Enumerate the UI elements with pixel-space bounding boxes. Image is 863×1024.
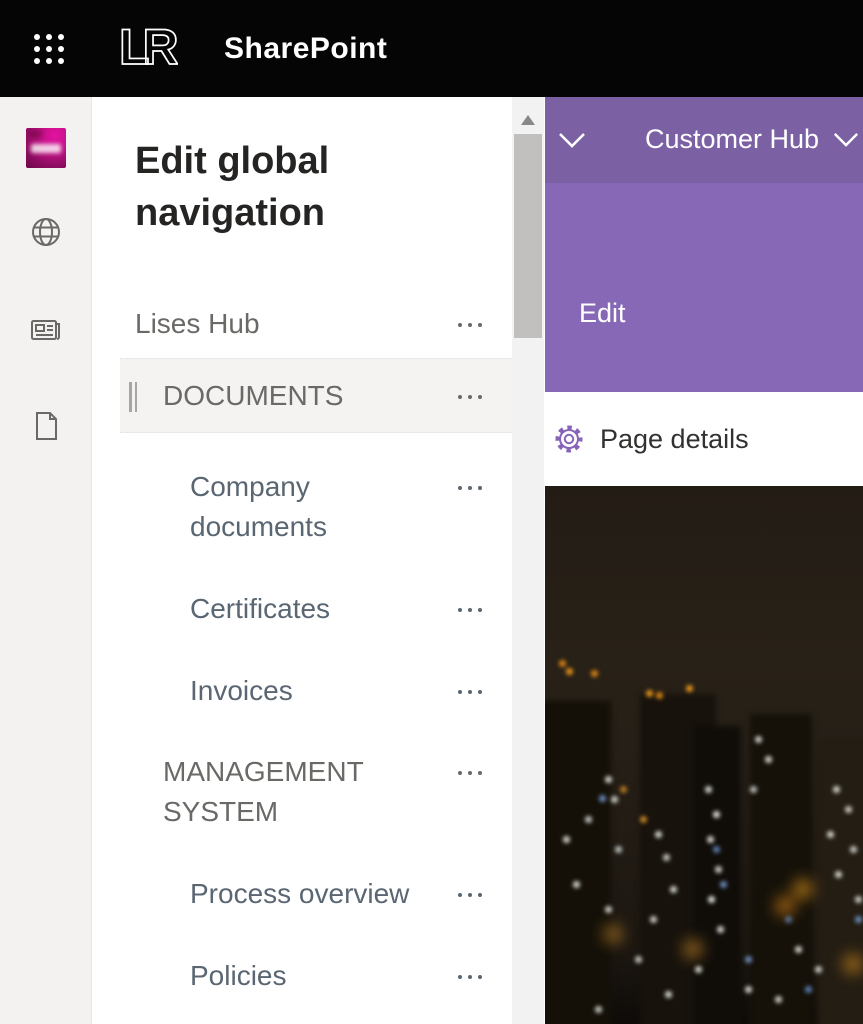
photo-building <box>545 701 611 1024</box>
photo-building <box>693 726 741 1024</box>
more-button[interactable] <box>450 888 490 902</box>
nav-item-invoices[interactable]: Invoices <box>120 667 512 711</box>
product-name: SharePoint <box>224 32 387 66</box>
nav-item-label: Company documents <box>190 467 360 547</box>
more-button[interactable] <box>450 481 490 495</box>
chevron-down-icon[interactable] <box>557 131 587 149</box>
site-header-purple: Edit <box>545 183 863 392</box>
nav-item-process-overview[interactable]: Process overview <box>120 870 512 914</box>
nav-item-label: Lises Hub <box>135 304 260 344</box>
chevron-down-icon[interactable] <box>832 131 860 148</box>
more-button[interactable] <box>450 390 490 404</box>
nav-item-label: Invoices <box>190 671 293 711</box>
nav-item-company-documents[interactable]: Company documents <box>120 463 512 507</box>
edit-global-navigation-panel: Edit global navigation Lises Hub DOCUMEN… <box>92 97 512 1024</box>
scrollbar-up-arrow-icon[interactable] <box>521 115 535 125</box>
more-button[interactable] <box>450 318 490 332</box>
more-button[interactable] <box>450 685 490 699</box>
scrollbar-thumb[interactable] <box>514 134 542 338</box>
drag-handle-icon[interactable] <box>129 382 141 412</box>
more-button[interactable] <box>450 603 490 617</box>
page-icon[interactable] <box>29 409 63 443</box>
nav-item-label: Policies <box>190 956 286 996</box>
svg-text:LR: LR <box>119 19 178 75</box>
site-content: Customer Hub Edit Page details <box>544 97 863 1024</box>
nav-item-documents[interactable]: DOCUMENTS <box>120 358 512 433</box>
more-button[interactable] <box>450 970 490 984</box>
page-details-button[interactable]: Page details <box>545 392 863 486</box>
page-details-label: Page details <box>600 424 749 455</box>
photo-building <box>750 714 812 1024</box>
hub-name[interactable]: Customer Hub <box>645 124 819 155</box>
gear-icon <box>553 423 585 455</box>
nav-item-certificates[interactable]: Certificates <box>120 585 512 629</box>
left-rail <box>0 97 92 1024</box>
nav-item-lises-hub[interactable]: Lises Hub <box>120 300 512 344</box>
more-button[interactable] <box>450 766 490 780</box>
nav-item-label: MANAGEMENT SYSTEM <box>163 752 413 832</box>
nav-item-label: Process overview <box>190 874 409 914</box>
lr-logo-icon[interactable]: LR <box>116 18 178 80</box>
hub-nav-bar: Customer Hub <box>545 97 863 183</box>
app-launcher-waffle-icon[interactable] <box>32 33 66 65</box>
nav-item-policies[interactable]: Policies <box>120 952 512 996</box>
nav-item-management-system[interactable]: MANAGEMENT SYSTEM <box>120 748 512 792</box>
edit-navigation-link[interactable]: Edit <box>579 298 626 329</box>
nav-item-label: DOCUMENTS <box>163 376 343 416</box>
photo-building <box>817 739 863 1024</box>
globe-icon[interactable] <box>29 215 63 249</box>
scrollbar[interactable] <box>512 97 544 1024</box>
panel-title: Edit global navigation <box>135 135 445 239</box>
site-thumbnail[interactable] <box>26 128 66 168</box>
page-banner-photo <box>545 486 863 1024</box>
app-bar: LR SharePoint <box>0 0 863 97</box>
nav-item-label: Certificates <box>190 589 330 629</box>
news-icon[interactable] <box>29 313 63 347</box>
